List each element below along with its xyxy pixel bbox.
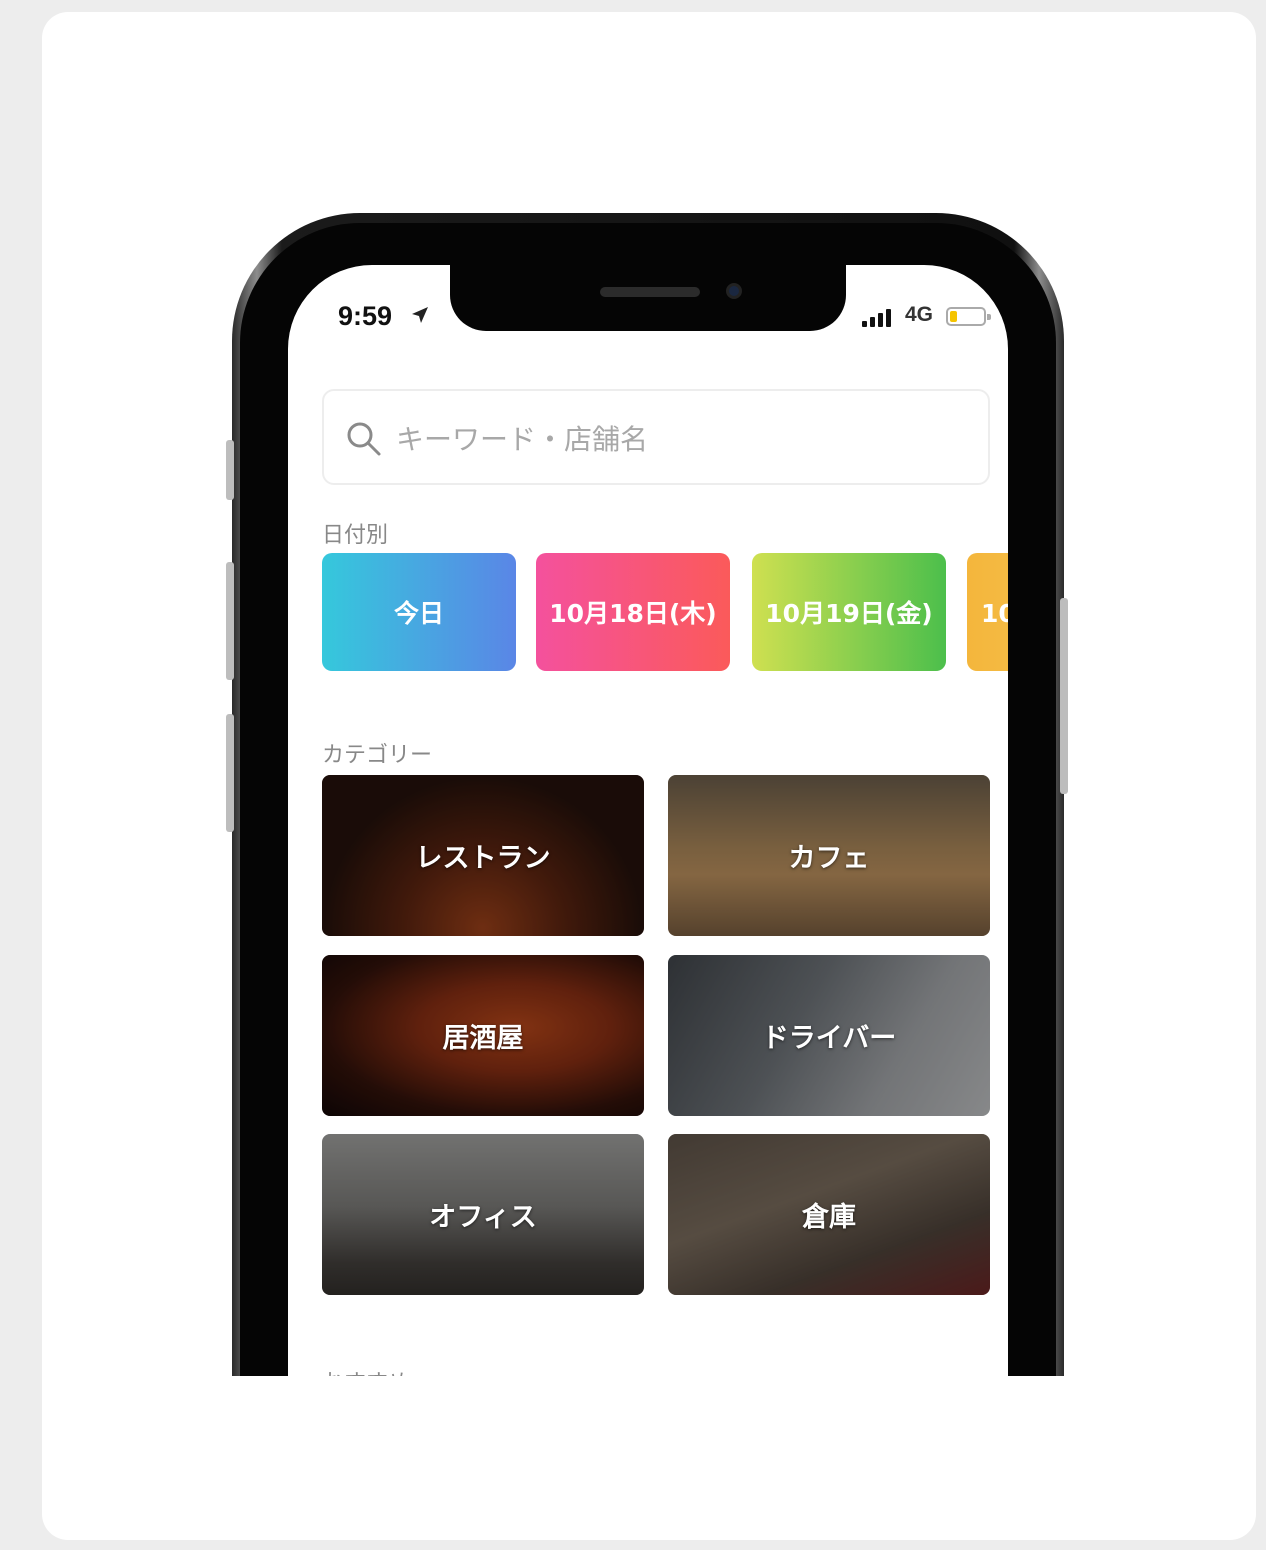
- category-label: レストラン: [415, 843, 551, 874]
- date-button-label: 10月18日(木): [549, 599, 717, 628]
- category-cafe[interactable]: カフェ: [668, 775, 990, 936]
- power-button: [1060, 598, 1068, 794]
- category-label: カフェ: [788, 843, 870, 874]
- location-arrow-icon: [410, 305, 430, 330]
- search-icon: [344, 419, 384, 459]
- front-camera: [726, 283, 742, 299]
- category-office[interactable]: オフィス: [322, 1134, 644, 1295]
- mute-switch: [226, 440, 234, 500]
- recommended-section-label: おすすめ: [322, 1365, 410, 1376]
- category-restaurant[interactable]: レストラン: [322, 775, 644, 936]
- category-warehouse[interactable]: 倉庫: [668, 1134, 990, 1295]
- status-time: 9:59: [338, 301, 393, 331]
- search-input[interactable]: [396, 417, 956, 461]
- date-button-label: 10月: [981, 599, 1008, 628]
- categories-section-label: カテゴリー: [322, 743, 433, 768]
- date-button-oct18[interactable]: 10月18日(木): [536, 553, 730, 671]
- category-label: 倉庫: [802, 1202, 856, 1233]
- date-button-today[interactable]: 今日: [322, 553, 516, 671]
- network-type: 4G: [905, 303, 934, 326]
- notch: [450, 265, 846, 331]
- signal-icon: [862, 309, 891, 327]
- app-screen: 9:59 4G 日付別: [288, 265, 1008, 1376]
- phone-bezel: 9:59 4G 日付別: [240, 223, 1056, 1376]
- category-label: 居酒屋: [442, 1023, 524, 1054]
- volume-down-button: [226, 714, 234, 832]
- phone-frame: 9:59 4G 日付別: [232, 213, 1064, 1376]
- volume-up-button: [226, 562, 234, 680]
- date-button-label: 10月19日(金): [765, 599, 933, 628]
- speaker-grille: [600, 287, 700, 297]
- category-label: オフィス: [429, 1202, 537, 1233]
- date-button-oct19[interactable]: 10月19日(金): [752, 553, 946, 671]
- dates-section-label: 日付別: [322, 523, 389, 548]
- date-button-label: 今日: [393, 599, 444, 628]
- category-driver[interactable]: ドライバー: [668, 955, 990, 1116]
- category-izakaya[interactable]: 居酒屋: [322, 955, 644, 1116]
- date-filter-row[interactable]: 今日 10月18日(木) 10月19日(金) 10月: [322, 553, 1008, 673]
- date-button-next[interactable]: 10月: [967, 553, 1008, 671]
- battery-icon: [946, 307, 991, 326]
- category-label: ドライバー: [761, 1023, 897, 1054]
- search-bar[interactable]: [322, 389, 990, 485]
